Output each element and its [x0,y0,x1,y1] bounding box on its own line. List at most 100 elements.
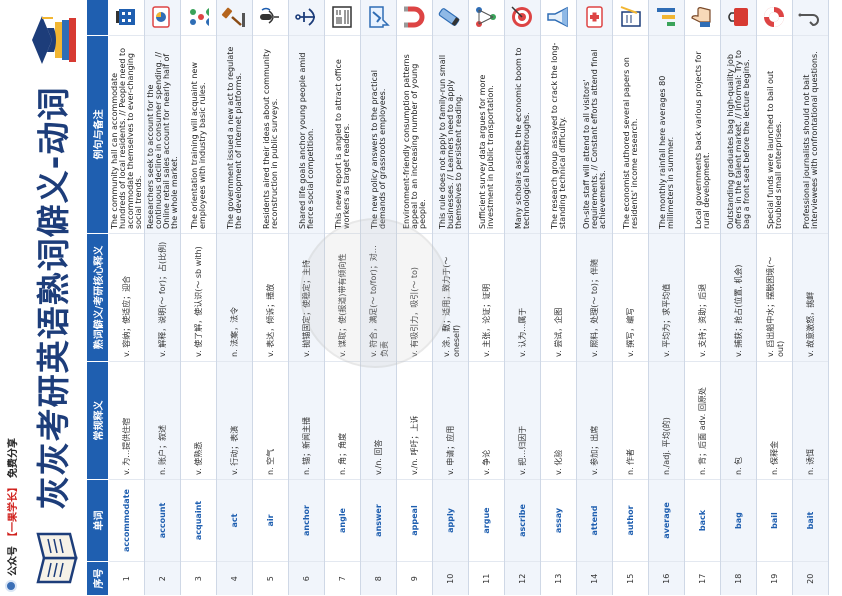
bag-icon [727,8,748,27]
row-number: 15 [612,561,649,596]
hotel-icon [115,9,135,26]
row-word: air [252,479,289,562]
table-row: 20 bait n. 诱饵 v. 故意激怒，挑衅 Professional journa… [792,0,829,596]
row-number: 17 [684,561,721,596]
row-word: act [216,479,253,562]
row-icon-cell [756,0,793,36]
row-common-meaning: v. 使熟悉 [180,361,217,480]
header-icon [86,0,109,36]
row-common-meaning: v. 争论 [468,361,505,480]
table-header-row: 序号 单词 常规释义 熟词僻义/考研核心释义 例句与备注 [86,0,109,596]
row-exam-meaning: v. 容纳；使适应；迎合 [108,233,145,362]
row-common-meaning: v./n. 回答 [360,361,397,480]
row-common-meaning: n. 锚；新闻主播 [288,361,325,480]
row-icon-cell [180,0,217,36]
anchor-icon [294,8,315,27]
target-icon [510,6,532,28]
row-example: Many scholars ascribe the economic boom … [504,35,541,234]
row-number: 14 [576,561,613,596]
bar-chart-icon [656,8,675,27]
microphone-icon [259,8,279,25]
watermark-seal [300,218,450,368]
row-example: Residents aired their ideas about commun… [252,35,289,234]
row-example: Special funds were launched to bail out … [756,35,793,234]
table-row: 1 accommodate v. 为…提供住宿 v. 容纳；使适应；迎合 The com… [108,0,145,596]
table-row: 12 ascribe v. 把…归因于 v. 认为…属于 Many scholars a… [504,0,541,596]
flask-icon [546,7,568,28]
row-common-meaning: n. 诱饵 [792,361,829,480]
row-example: This news report is angled to attract of… [324,35,361,234]
row-example: Shared life goals anchor young people am… [288,35,325,234]
row-example: Sufficient survey data argues for more i… [468,35,505,234]
row-number: 8 [360,561,397,596]
row-number: 11 [468,561,505,596]
table-row: 18 bag n. 包 v. 捕获；抢占(位置, 机会) Outstanding gra… [720,0,757,596]
table-row: 13 assay v. 化验 v. 尝试，企图 The research group a… [540,0,577,596]
row-word: answer [360,479,397,562]
row-icon-cell [648,0,685,36]
magnet-icon [403,7,424,28]
row-icon-cell [108,0,145,36]
row-word: bag [720,479,757,562]
table-row: 14 attend v. 参加；出席 v. 照料，处理(～ to)；伴随 On-site… [576,0,613,596]
row-common-meaning: v./n. 呼吁；上诉 [396,361,433,480]
row-word: acquaint [180,479,217,562]
page-title: 灰灰考研英语熟词僻义-动词 [34,86,73,510]
table-row: 4 act v. 行动；表演 n. 法案，法令 The government issue… [216,0,253,596]
row-number: 3 [180,561,217,596]
book-writing-icon [620,6,641,28]
header-word: 单词 [86,479,109,562]
table-row: 5 air n. 空气 v. 表达，倾诉；播放 Residents aired thei… [252,0,289,596]
row-number: 16 [648,561,685,596]
row-word: accommodate [108,479,145,562]
row-number: 12 [504,561,541,596]
row-exam-meaning: v. 捕获；抢占(位置, 机会) [720,233,757,362]
row-example: On-site staff will attend to all visitor… [576,35,613,234]
row-common-meaning: v. 参加；出席 [576,361,613,480]
row-common-meaning: v. 化验 [540,361,577,480]
row-word: anchor [288,479,325,562]
network-icon [475,7,496,28]
row-icon-cell [504,0,541,36]
thumbs-up-icon [690,7,711,28]
row-number: 9 [396,561,433,596]
header-number: 序号 [86,561,109,596]
newspaper-icon [331,6,352,29]
account-avatar-icon [5,580,17,592]
row-exam-meaning: v. 表达，倾诉；播放 [252,233,289,362]
page-stage: 公众号 【一果学长】 免费分享 灰灰考研英语熟词僻义-动词 序号 单词 常规释义… [0,0,842,596]
row-exam-meaning: v. 支持；资助；后退 [684,233,721,362]
row-icon-cell [720,0,757,36]
row-number: 5 [252,561,289,596]
row-example: The orientation training will acquaint n… [180,35,217,234]
row-number: 1 [108,561,145,596]
check-bubble-icon [368,6,390,29]
account-prefix: 公众号 [7,546,19,576]
row-icon-cell [432,0,469,36]
lifebuoy-icon [763,7,784,28]
table-body: 1 accommodate v. 为…提供住宿 v. 容纳；使适应；迎合 The com… [108,0,829,596]
row-exam-meaning: v. 解释，说明(～ for)；占(比例) [144,233,181,362]
row-word: account [144,479,181,562]
row-common-meaning: v. 行动；表演 [216,361,253,480]
row-icon-cell [288,0,325,36]
row-word: author [612,479,649,562]
row-icon-cell [684,0,721,36]
footer-watermark [828,286,840,586]
gavel-icon [221,8,245,28]
table-row: 17 back n. 背；后面 adv. 回原处 v. 支持；资助；后退 Local g… [684,0,721,596]
row-exam-meaning: v. 主张，论证；证明 [468,233,505,362]
row-word: angle [324,479,361,562]
row-word: bait [792,479,829,562]
table-row: 16 average n./adj. 平均(的) v. 平均为；求平均值 The mon… [648,0,685,596]
row-example: Outstanding graduates bag high-quality j… [720,35,757,234]
row-icon-cell [468,0,505,36]
row-number: 10 [432,561,469,596]
tube-icon [438,8,459,27]
row-word: assay [540,479,577,562]
row-icon-cell [612,0,649,36]
row-icon-cell [216,0,253,36]
row-exam-meaning: v. 舀出船中水；摆脱困境(～ out) [756,233,793,362]
row-common-meaning: n. 账户；叙述 [144,361,181,480]
first-aid-icon [585,6,603,29]
